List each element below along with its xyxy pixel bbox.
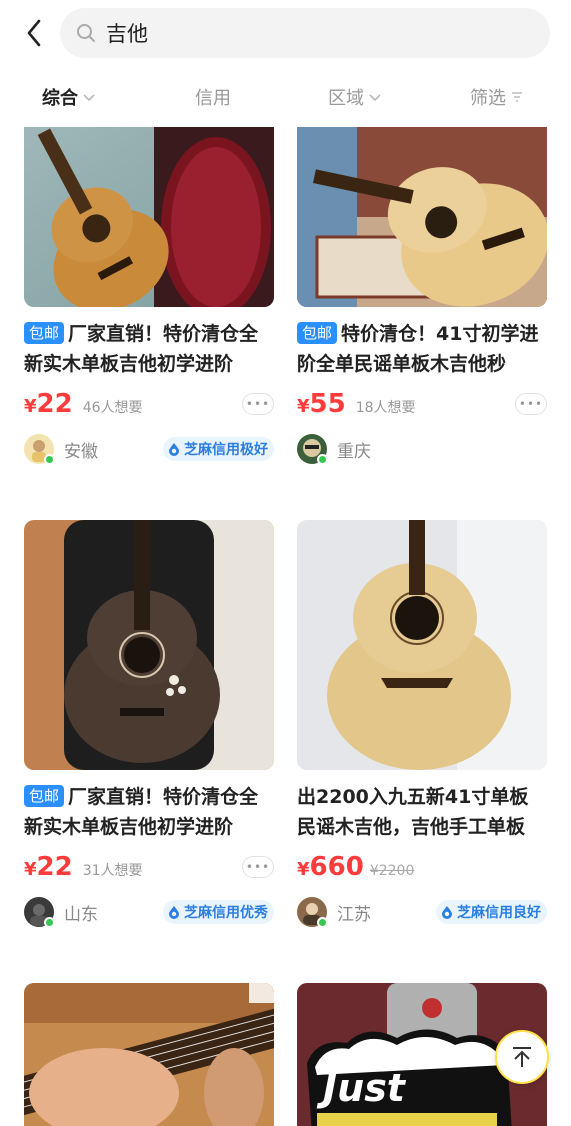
seller-row: 江苏 芝麻信用良好 <box>297 894 547 930</box>
filter-bar: 综合 信用 区域 筛选 <box>0 74 571 120</box>
want-count: 18人想要 <box>355 400 416 416</box>
product-title[interactable]: 包邮 特价清仓！41寸初学进阶全单民谣单板木吉他秒 <box>297 319 547 379</box>
sesame-credit-icon <box>169 906 179 919</box>
search-input[interactable]: 吉他 <box>60 8 550 58</box>
product-image[interactable] <box>297 520 547 770</box>
credit-badge: 芝麻信用极好 <box>163 437 274 461</box>
filter-region[interactable]: 区域 <box>328 84 382 110</box>
price: ¥55 <box>297 389 346 419</box>
credit-badge: 芝麻信用优秀 <box>163 900 274 924</box>
want-count: 46人想要 <box>82 400 143 416</box>
product-card[interactable]: 包邮 厂家直销！特价清仓全新实木单板吉他初学进阶 ¥22 31人想要 ••• 山东… <box>24 520 274 930</box>
price-row: ¥55 18人想要 ••• <box>297 389 547 423</box>
seller-row: 重庆 <box>297 431 547 467</box>
seller-row: 安徽 芝麻信用极好 <box>24 431 274 467</box>
filter-screen[interactable]: 筛选 <box>470 84 524 110</box>
product-title[interactable]: 包邮 厂家直销！特价清仓全新实木单板吉他初学进阶 <box>24 319 274 379</box>
sesame-credit-icon <box>169 443 179 456</box>
free-shipping-badge: 包邮 <box>297 322 338 344</box>
image-text: Just <box>316 1066 407 1110</box>
free-shipping-badge: 包邮 <box>24 322 65 344</box>
filter-icon <box>512 92 522 102</box>
location: 重庆 <box>337 441 371 462</box>
product-card[interactable]: 包邮 厂家直销！特价清仓全新实木单板吉他初学进阶 ¥22 46人想要 ••• 安徽… <box>24 127 274 467</box>
online-indicator <box>317 454 328 465</box>
back-button[interactable] <box>18 16 50 50</box>
seller-row: 山东 芝麻信用优秀 <box>24 894 274 930</box>
more-options-button[interactable]: ••• <box>515 393 547 415</box>
filter-label: 筛选 <box>470 88 506 109</box>
filter-label: 信用 <box>195 88 231 109</box>
product-title[interactable]: 包邮 厂家直销！特价清仓全新实木单板吉他初学进阶 <box>24 782 274 842</box>
chevron-down-icon <box>369 94 381 102</box>
search-icon <box>74 21 98 45</box>
more-options-button[interactable]: ••• <box>242 856 274 878</box>
product-image[interactable] <box>297 127 547 307</box>
online-indicator <box>44 917 55 928</box>
chevron-down-icon <box>83 94 95 102</box>
price: ¥660 <box>297 852 364 882</box>
product-image[interactable] <box>24 520 274 770</box>
filter-label: 区域 <box>328 88 364 109</box>
price-row: ¥22 31人想要 ••• <box>24 852 274 886</box>
credit-badge: 芝麻信用良好 <box>436 900 547 924</box>
avatar[interactable] <box>297 897 328 928</box>
avatar[interactable] <box>24 897 55 928</box>
avatar[interactable] <box>24 434 55 465</box>
filter-comprehensive[interactable]: 综合 <box>42 84 96 110</box>
want-count: 31人想要 <box>82 863 143 879</box>
price-row: ¥660 ¥2200 <box>297 852 547 886</box>
online-indicator <box>317 917 328 928</box>
sesame-credit-icon <box>442 906 452 919</box>
more-options-button[interactable]: ••• <box>242 393 274 415</box>
filter-credit[interactable]: 信用 <box>195 84 231 110</box>
back-to-top-button[interactable] <box>495 1030 549 1084</box>
back-arrow-icon <box>27 19 41 47</box>
product-card[interactable]: 出2200入九五新41寸单板民谣木吉他，吉他手工单板 ¥660 ¥2200 江苏… <box>297 520 547 930</box>
original-price: ¥2200 <box>369 863 415 879</box>
online-indicator <box>44 454 55 465</box>
location: 安徽 <box>64 441 98 462</box>
product-image[interactable] <box>24 983 274 1126</box>
price: ¥22 <box>24 852 73 882</box>
avatar[interactable] <box>297 434 328 465</box>
product-card[interactable] <box>24 983 274 1126</box>
location: 山东 <box>64 904 98 925</box>
location: 江苏 <box>337 904 371 925</box>
title-text: 出2200入九五新41寸单板民谣木吉他，吉他手工单板 <box>297 786 529 838</box>
price-row: ¥22 46人想要 ••• <box>24 389 274 423</box>
header: 吉他 <box>0 0 571 70</box>
price: ¥22 <box>24 389 73 419</box>
free-shipping-badge: 包邮 <box>24 785 65 807</box>
product-image[interactable] <box>24 127 274 307</box>
filter-label: 综合 <box>42 88 78 109</box>
search-query: 吉他 <box>106 22 148 46</box>
product-title[interactable]: 出2200入九五新41寸单板民谣木吉他，吉他手工单板 <box>297 782 547 842</box>
arrow-up-icon <box>513 1047 531 1067</box>
product-card[interactable]: 包邮 特价清仓！41寸初学进阶全单民谣单板木吉他秒 ¥55 18人想要 ••• 重… <box>297 127 547 467</box>
